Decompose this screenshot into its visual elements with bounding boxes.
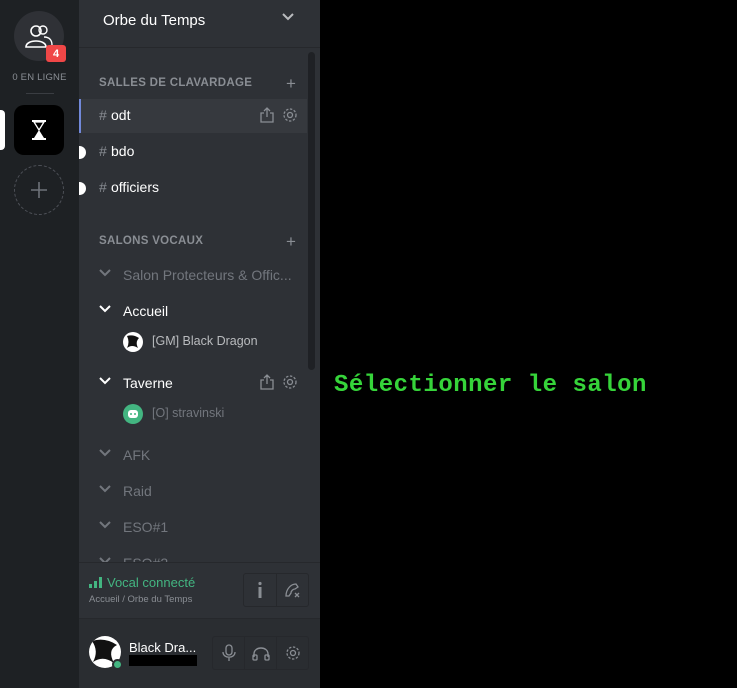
chevron-down-icon	[99, 376, 111, 386]
guild-icon-orbe-du-temps[interactable]	[14, 105, 64, 155]
text-channel-odt[interactable]: # odt	[79, 99, 307, 133]
plus-icon	[30, 181, 48, 199]
voice-channel-afk[interactable]: AFK	[79, 441, 307, 469]
discord-logo-icon	[123, 404, 143, 424]
voice-channel-name: Raid	[123, 483, 152, 499]
connection-info-button[interactable]	[244, 574, 276, 606]
invite-icon[interactable]	[260, 374, 274, 390]
chevron-down-icon	[99, 448, 111, 458]
redacted-discriminator	[129, 655, 197, 666]
voice-user-stravinski[interactable]: [O] stravinski	[123, 402, 303, 426]
rail-divider	[26, 93, 54, 94]
invite-icon[interactable]	[260, 107, 274, 123]
chevron-down-icon	[99, 304, 111, 314]
username: Black Dra...	[129, 640, 197, 655]
voice-connection-panel: Vocal connecté Accueil / Orbe du Temps	[79, 562, 320, 618]
deafen-button[interactable]	[244, 637, 276, 669]
text-category-label[interactable]: SALLES DE CLAVARDAGE	[99, 77, 252, 89]
active-channel-indicator	[79, 99, 81, 133]
guild-rail: 4 0 EN LIGNE	[0, 0, 79, 688]
voice-channel-accueil[interactable]: Accueil	[79, 297, 307, 325]
chevron-down-icon	[99, 520, 111, 530]
chevron-down-icon	[99, 484, 111, 494]
avatar	[123, 332, 143, 352]
guild-header[interactable]: Orbe du Temps	[79, 0, 320, 48]
hourglass-icon	[32, 120, 46, 140]
channel-name: odt	[111, 107, 131, 123]
chevron-down-icon	[282, 12, 294, 22]
voice-channel-name: ESO#1	[123, 519, 169, 535]
mute-button[interactable]	[213, 637, 244, 669]
channel-name: officiers	[111, 179, 159, 195]
gear-icon	[285, 645, 301, 661]
voice-channel-taverne[interactable]: Taverne	[79, 369, 307, 397]
guild-name: Orbe du Temps	[103, 12, 206, 29]
user-panel: Black Dra...	[79, 618, 320, 688]
online-count: 0 EN LIGNE	[12, 72, 67, 83]
disconnect-button[interactable]	[275, 574, 309, 606]
gear-icon[interactable]	[282, 374, 298, 390]
hash-icon: #	[99, 143, 107, 159]
voice-user-name: [O] stravinski	[152, 406, 225, 420]
voice-category-label[interactable]: SALONS VOCAUX	[99, 235, 203, 247]
user-settings-button[interactable]	[276, 637, 308, 669]
add-server-button[interactable]	[14, 165, 64, 215]
text-channel-bdo[interactable]: # bdo	[79, 135, 307, 169]
voice-channel-name: AFK	[123, 447, 151, 463]
online-status-indicator	[112, 659, 123, 670]
voice-connected-status: Vocal connecté	[107, 575, 196, 590]
gear-icon[interactable]	[282, 107, 298, 123]
microphone-icon	[221, 644, 236, 662]
voice-user-black-dragon[interactable]: [GM] Black Dragon	[123, 330, 303, 354]
voice-user-name: [GM] Black Dragon	[152, 334, 258, 348]
channel-list-scrollbar[interactable]	[308, 52, 315, 370]
notification-badge: 4	[46, 45, 66, 62]
instruction-text: Sélectionner le salon	[334, 372, 647, 399]
channel-name: bdo	[111, 143, 135, 159]
info-icon	[256, 581, 264, 599]
hash-icon: #	[99, 107, 107, 123]
unread-indicator	[79, 182, 86, 195]
voice-channel-salon-protecteurs[interactable]: Salon Protecteurs & Offic...	[79, 261, 307, 289]
text-channel-officiers[interactable]: # officiers	[79, 171, 307, 205]
headphones-icon	[251, 645, 270, 661]
voice-channel-name: Salon Protecteurs & Offic...	[123, 267, 292, 283]
unread-indicator	[79, 146, 86, 159]
signal-bars-icon	[89, 577, 103, 588]
chevron-down-icon	[99, 268, 111, 278]
voice-channel-eso1[interactable]: ESO#1	[79, 513, 307, 541]
add-text-channel-button[interactable]: +	[286, 75, 296, 92]
add-voice-channel-button[interactable]: +	[286, 233, 296, 250]
voice-connection-location[interactable]: Accueil / Orbe du Temps	[89, 594, 192, 605]
hang-up-icon	[283, 581, 301, 599]
channel-sidebar: Orbe du Temps SALLES DE CLAVARDAGE + # o…	[79, 0, 320, 688]
hash-icon: #	[99, 179, 107, 195]
voice-channel-name: Accueil	[123, 303, 169, 319]
voice-channel-raid[interactable]: Raid	[79, 477, 307, 505]
selected-guild-indicator	[0, 110, 5, 150]
